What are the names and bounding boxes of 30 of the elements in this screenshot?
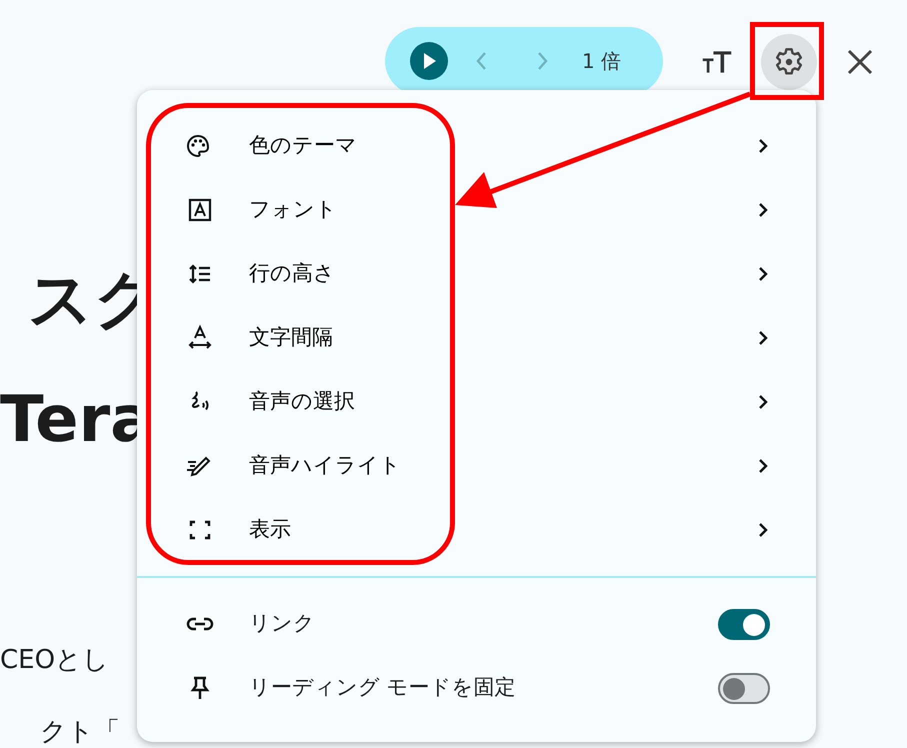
- article-text: CEOとし: [0, 644, 110, 677]
- menu-item-label: 色のテーマ: [249, 132, 358, 160]
- chevron-icon: [756, 393, 770, 411]
- menu-item-label: 表示: [249, 516, 292, 544]
- playback-speed[interactable]: 1 倍: [582, 46, 622, 76]
- menu-item[interactable]: 音声の選択: [137, 370, 816, 434]
- toggle-switch[interactable]: [718, 608, 770, 640]
- menu-item[interactable]: 行の高さ: [137, 242, 816, 306]
- article-text: クト「: [40, 716, 120, 748]
- menu-item-label: 文字間隔: [249, 324, 334, 352]
- menu-item[interactable]: 色のテーマ: [137, 114, 816, 178]
- play-icon: [421, 52, 437, 70]
- toggle-label: リンク: [249, 610, 316, 638]
- menu-item-label: フォント: [249, 196, 338, 224]
- menu-item[interactable]: フォント: [137, 178, 816, 242]
- chevron-icon: [756, 265, 770, 283]
- menu-item-label: 音声の選択: [249, 388, 356, 416]
- chevron-icon: [756, 201, 770, 219]
- chevron-icon: [756, 521, 770, 539]
- toggle-label: リーディング モードを固定: [249, 674, 517, 702]
- menu-item-label: 音声ハイライト: [249, 452, 402, 480]
- menu-item[interactable]: 文字間隔: [137, 306, 816, 370]
- chevron-icon: [756, 457, 770, 475]
- menu-item-label: 行の高さ: [249, 260, 336, 288]
- chevron-icon: [756, 137, 770, 155]
- menu-item[interactable]: 音声ハイライト: [137, 434, 816, 498]
- menu-item[interactable]: 表示: [137, 498, 816, 562]
- toggle-switch[interactable]: [718, 672, 770, 704]
- play-button[interactable]: [410, 42, 448, 80]
- chevron-icon: [756, 329, 770, 347]
